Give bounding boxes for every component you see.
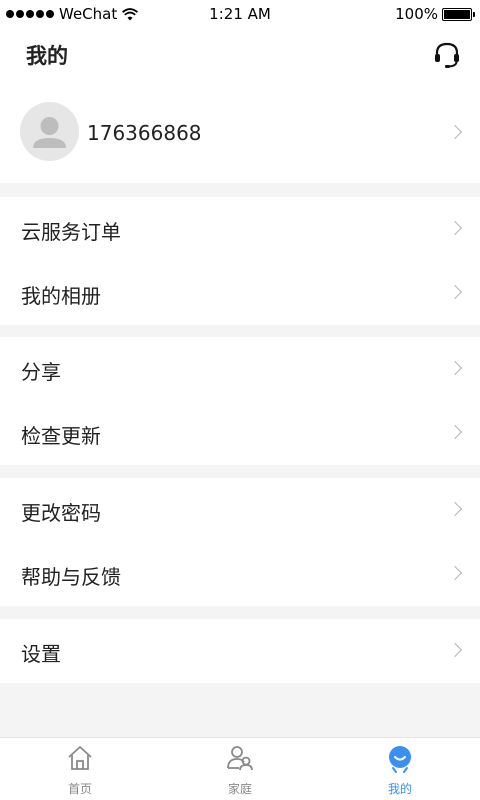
status-right: 100% xyxy=(395,5,475,23)
menu-item-share[interactable]: 分享 xyxy=(0,337,480,401)
menu-item-label: 设置 xyxy=(21,642,61,666)
menu-item-my-album[interactable]: 我的相册 xyxy=(0,261,480,325)
chevron-right-icon xyxy=(447,124,463,140)
menu-item-help-feedback[interactable]: 帮助与反馈 xyxy=(0,542,480,606)
menu-group-share: 分享 检查更新 xyxy=(0,337,480,465)
menu-item-settings[interactable]: 设置 xyxy=(0,619,480,683)
headset-icon[interactable] xyxy=(432,40,462,70)
user-avatar-icon xyxy=(20,102,79,161)
user-phone: 176366868 xyxy=(87,121,202,145)
menu-group-orders: 云服务订单 我的相册 xyxy=(0,197,480,325)
menu-item-label: 云服务订单 xyxy=(21,220,121,244)
tab-home[interactable]: 首页 xyxy=(0,738,160,800)
menu-item-label: 分享 xyxy=(21,360,61,384)
menu-item-label: 检查更新 xyxy=(21,424,101,448)
chevron-right-icon xyxy=(447,220,463,236)
menu-item-label: 我的相册 xyxy=(21,284,101,308)
battery-percent: 100% xyxy=(395,5,438,23)
family-icon xyxy=(227,746,253,771)
menu-item-label: 帮助与反馈 xyxy=(21,565,121,589)
menu-item-change-password[interactable]: 更改密码 xyxy=(0,478,480,542)
battery-icon xyxy=(442,7,475,21)
me-icon xyxy=(389,746,411,773)
tab-family[interactable]: 家庭 xyxy=(160,738,320,800)
chevron-right-icon xyxy=(447,284,463,300)
menu-item-cloud-orders[interactable]: 云服务订单 xyxy=(0,197,480,261)
menu-group-settings: 设置 xyxy=(0,619,480,683)
chevron-right-icon xyxy=(447,501,463,517)
tab-bar: 首页 家庭 我的 xyxy=(0,737,480,800)
chevron-right-icon xyxy=(447,360,463,376)
tab-label: 首页 xyxy=(67,782,92,796)
tab-label: 家庭 xyxy=(227,782,252,796)
chevron-right-icon xyxy=(447,642,463,658)
chevron-right-icon xyxy=(447,424,463,440)
menu-group-account: 更改密码 帮助与反馈 xyxy=(0,478,480,606)
status-bar: WeChat 1:21 AM 100% xyxy=(0,0,480,28)
menu-item-label: 更改密码 xyxy=(21,501,101,525)
page-header: 我的 xyxy=(0,28,480,84)
home-icon xyxy=(68,746,92,770)
tab-me[interactable]: 我的 xyxy=(320,738,480,800)
menu-item-check-update[interactable]: 检查更新 xyxy=(0,401,480,465)
tab-label: 我的 xyxy=(387,782,412,796)
profile-row[interactable]: 176366868 xyxy=(0,84,480,183)
chevron-right-icon xyxy=(447,565,463,581)
page-title: 我的 xyxy=(26,44,68,68)
